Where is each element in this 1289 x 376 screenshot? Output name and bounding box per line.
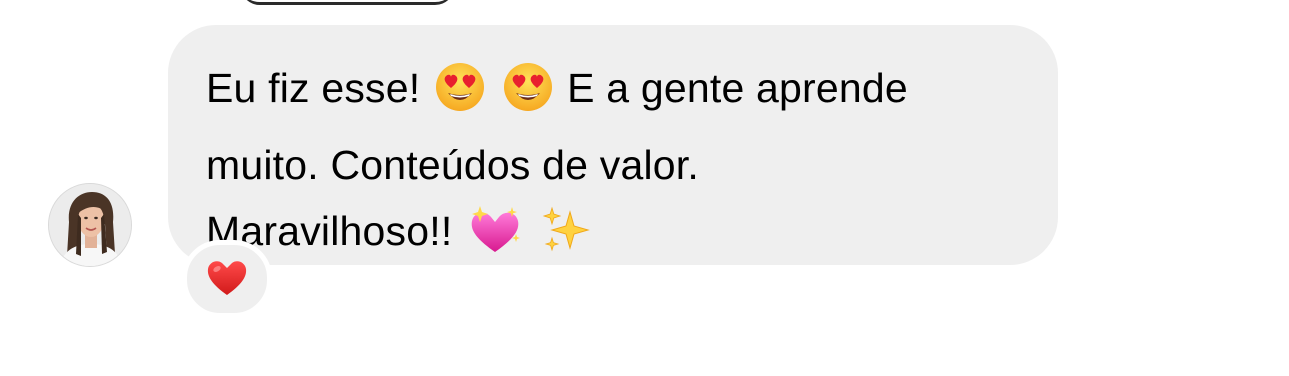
avatar-photo bbox=[49, 184, 131, 266]
heart-eyes-emoji-icon bbox=[502, 61, 554, 132]
reaction-badge[interactable] bbox=[182, 240, 272, 318]
heart-eyes-emoji-icon bbox=[434, 61, 486, 132]
message-text-1b: E a gente aprende bbox=[567, 65, 908, 111]
message-line-2: muito. Conteúdos de valor. bbox=[206, 142, 699, 188]
sparkles-emoji-icon bbox=[540, 204, 592, 275]
message-bubble[interactable]: Eu fiz esse! E a gente aprende muito. Co… bbox=[168, 25, 1058, 265]
message-line-3: Maravilhoso!! bbox=[206, 198, 1018, 275]
message-text-1a: Eu fiz esse! bbox=[206, 65, 421, 111]
sparkling-heart-emoji-icon bbox=[466, 204, 524, 275]
avatar[interactable] bbox=[48, 183, 132, 267]
previous-message-edge bbox=[240, 0, 455, 5]
red-heart-icon bbox=[205, 257, 249, 302]
message-line-1: Eu fiz esse! E a gente aprende bbox=[206, 55, 1018, 132]
